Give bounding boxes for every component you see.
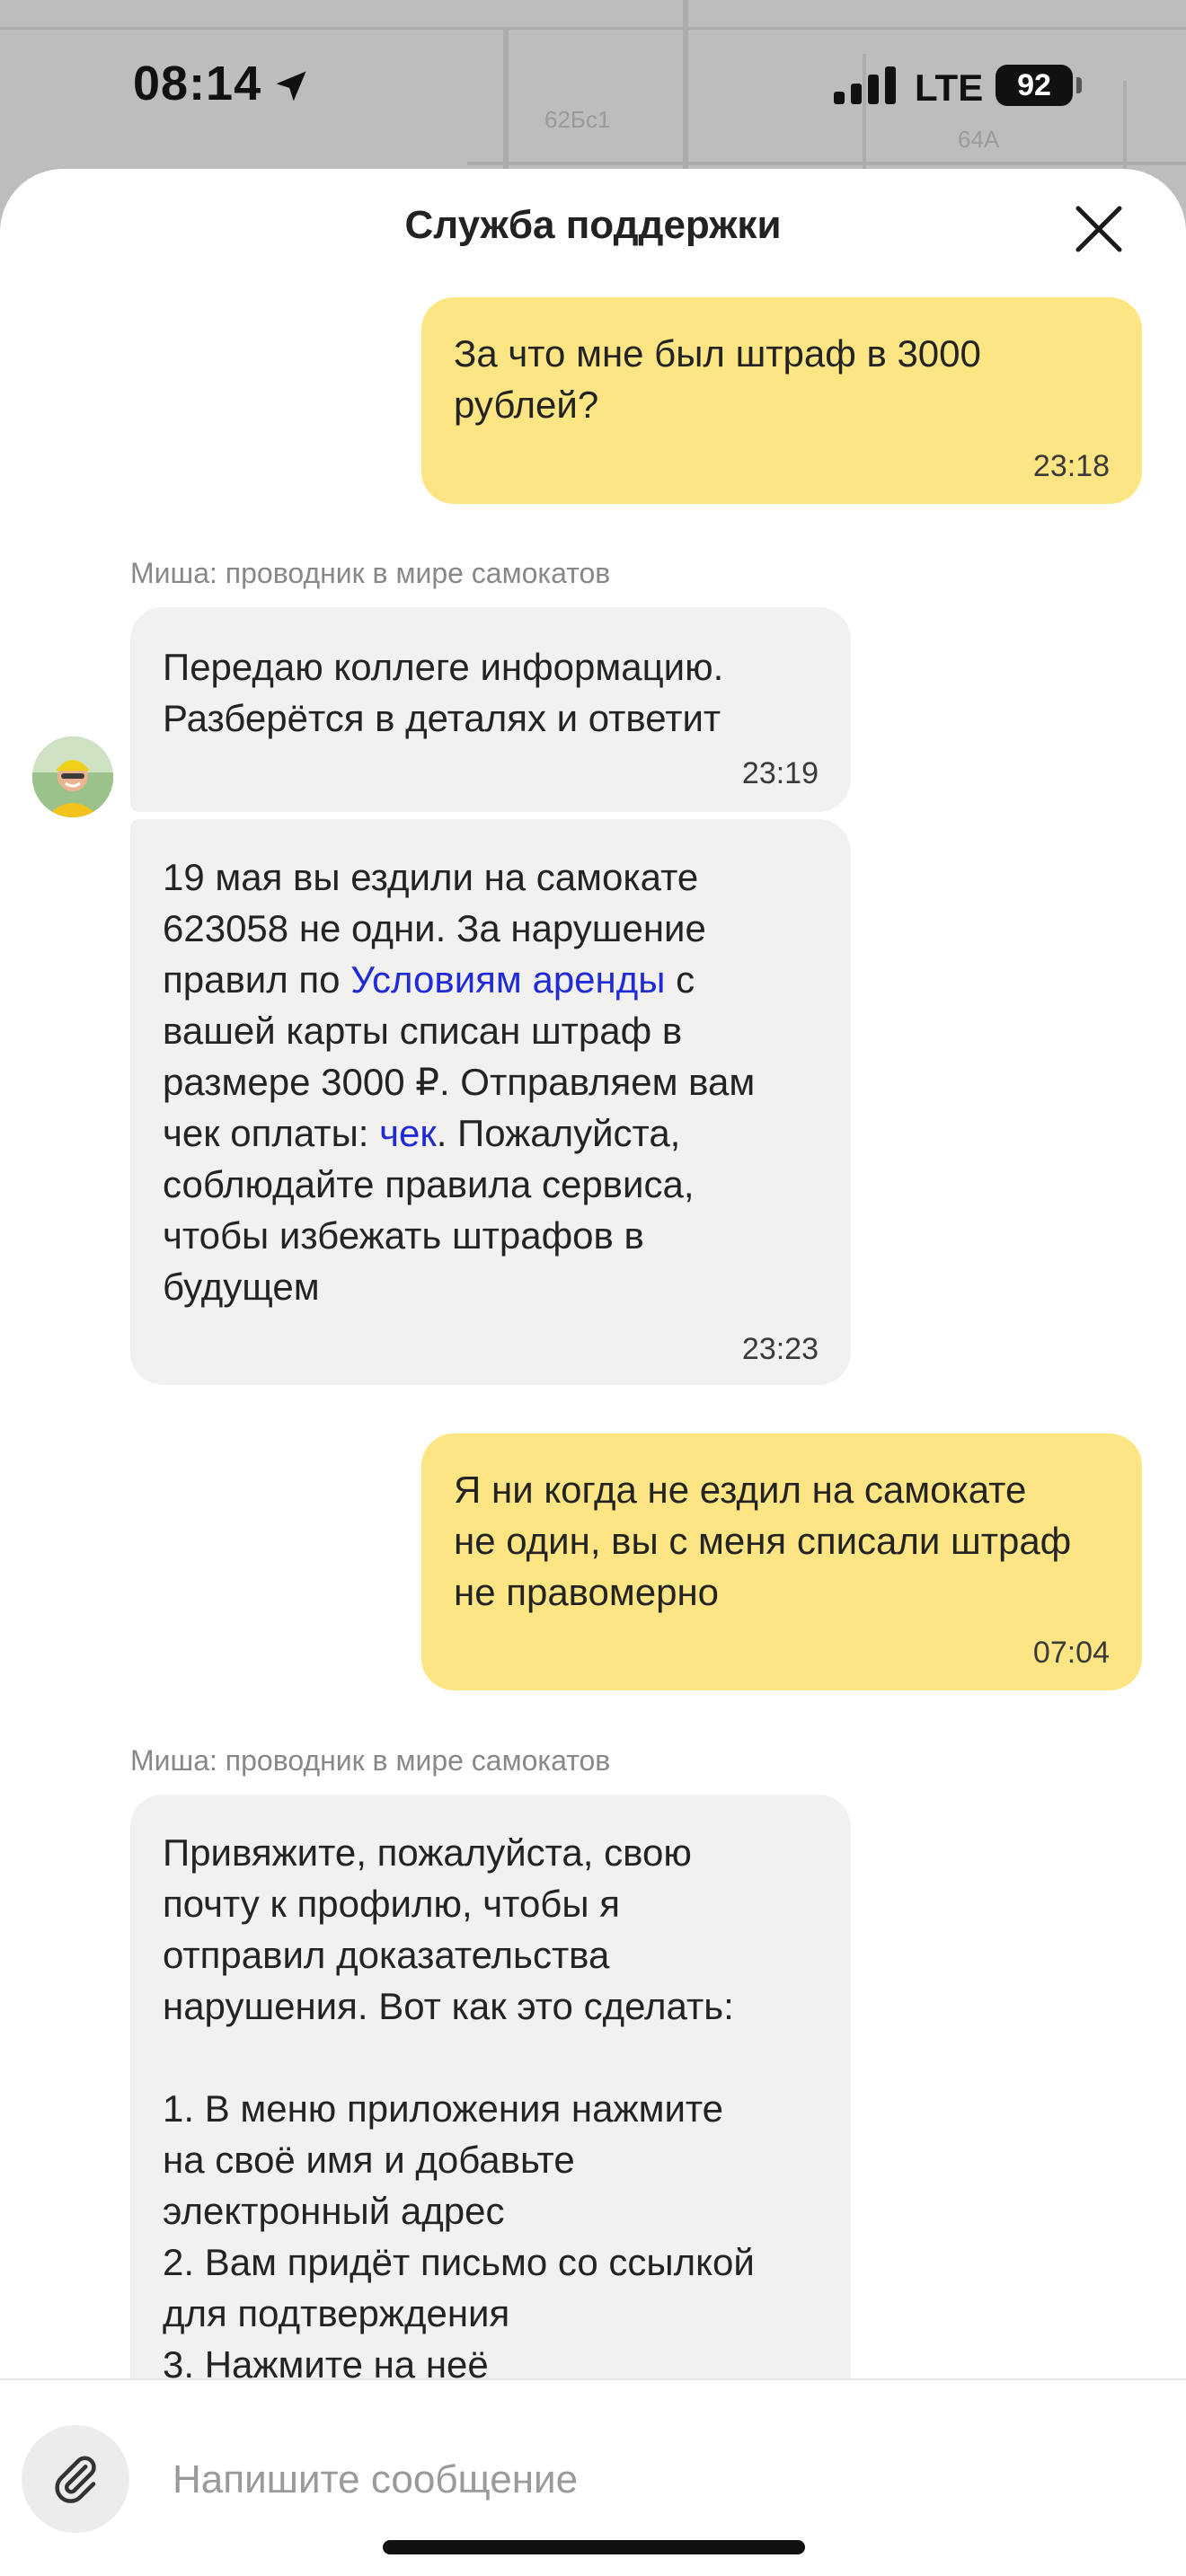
attach-button[interactable] <box>22 2425 129 2533</box>
status-bar: 08:14 LTE 92 <box>0 0 1186 171</box>
avatar <box>32 737 113 817</box>
message-text: 19 мая вы ездили на самокате 623058 не о… <box>163 851 819 1312</box>
cellular-signal-icon <box>834 66 896 104</box>
avatar-image <box>32 737 113 817</box>
receipt-link[interactable]: чек <box>379 1112 437 1154</box>
battery-tip <box>1076 77 1082 93</box>
message-text: За что мне был штраф в 3000 рублей? <box>454 332 981 426</box>
battery-icon: 92 <box>996 65 1073 106</box>
message-time: 07:04 <box>1032 1636 1110 1670</box>
agent-message: Привяжите, пожалуйста, свою почту к проф… <box>130 1795 851 2423</box>
sender-name: Миша: проводник в мире самокатов <box>130 1744 611 1777</box>
close-icon[interactable] <box>1069 199 1128 259</box>
rental-terms-link[interactable]: Условиям аренды <box>350 958 665 1001</box>
page-title: Служба поддержки <box>404 203 782 247</box>
composer-divider <box>0 2378 1186 2380</box>
home-indicator <box>383 2540 805 2554</box>
status-time: 08:14 <box>133 57 262 110</box>
message-time: 23:19 <box>741 756 819 790</box>
agent-message: Передаю коллеге информацию. Разберётся в… <box>130 607 851 812</box>
message-time: 23:23 <box>741 1332 819 1366</box>
message-text: Я ни когда не ездил на самокате не один,… <box>454 1469 1072 1613</box>
user-message: Я ни когда не ездил на самокате не один,… <box>421 1434 1142 1690</box>
message-text: Передаю коллеге информацию. Разберётся в… <box>163 646 724 739</box>
message-input[interactable] <box>173 2448 1125 2511</box>
paperclip-icon <box>55 2456 96 2503</box>
sender-name: Миша: проводник в мире самокатов <box>130 557 611 589</box>
agent-message: 19 мая вы ездили на самокате 623058 не о… <box>130 819 851 1385</box>
message-text: Привяжите, пожалуйста, свою почту к проф… <box>163 1831 755 2386</box>
location-arrow-icon <box>276 71 306 101</box>
message-time: 23:18 <box>1032 449 1110 483</box>
battery-level: 92 <box>1017 67 1051 102</box>
network-type: LTE <box>915 66 984 109</box>
user-message: За что мне был штраф в 3000 рублей? 23:1… <box>421 297 1142 504</box>
